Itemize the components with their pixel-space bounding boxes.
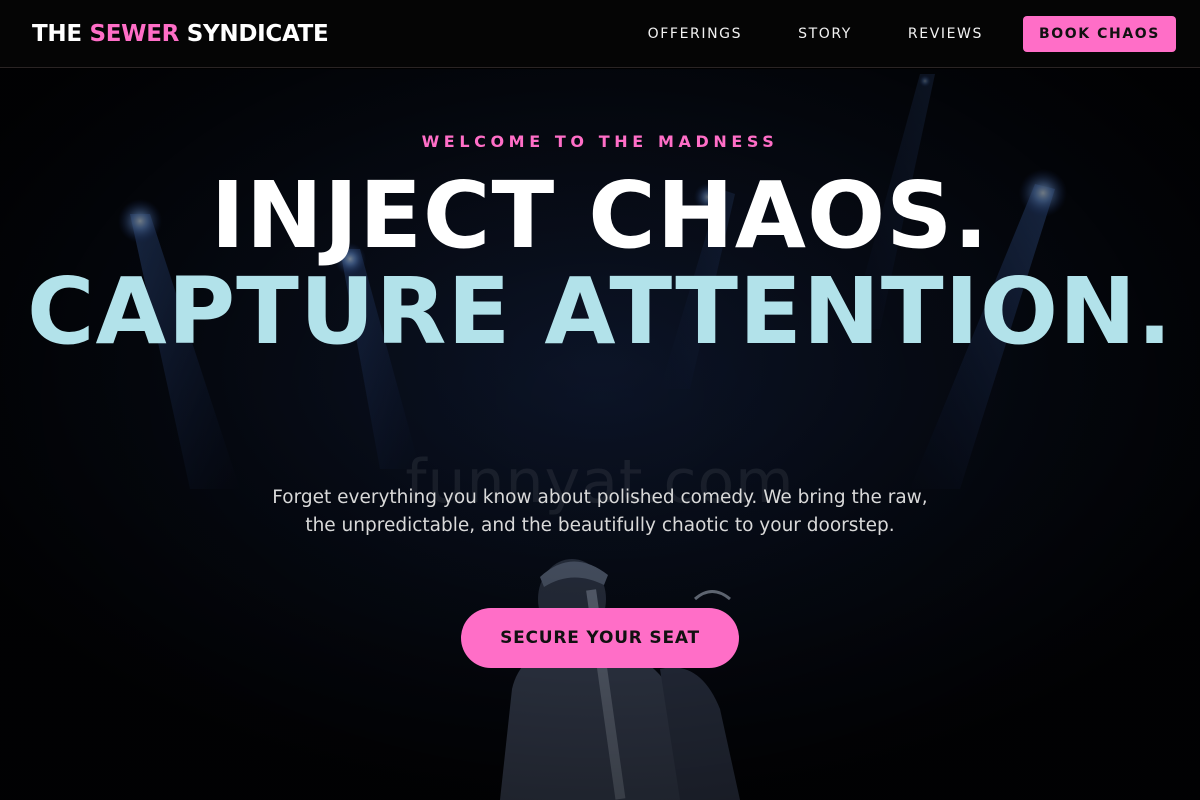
brand-text-accent: SEWER: [89, 20, 180, 47]
hero-eyebrow: WELCOME TO THE MADNESS: [421, 132, 779, 151]
nav-links: OFFERINGS STORY REVIEWS BOOK CHAOS: [648, 15, 1176, 52]
navbar: THE SEWER SYNDICATE OFFERINGS STORY REVI…: [0, 0, 1200, 68]
hero-headline: INJECT CHAOS. CAPTURE ATTENTION.: [0, 168, 1200, 360]
book-chaos-button[interactable]: BOOK CHAOS: [1022, 15, 1176, 52]
headline-line-2: CAPTURE ATTENTION.: [27, 258, 1173, 365]
brand-text-post: SYNDICATE: [179, 20, 329, 47]
secure-your-seat-button[interactable]: SECURE YOUR SEAT: [461, 608, 739, 668]
headline-line-1: INJECT CHAOS.: [210, 162, 990, 269]
brand-text-pre: THE: [32, 20, 90, 47]
hero-subtext: Forget everything you know about polishe…: [272, 487, 928, 536]
brand-logo[interactable]: THE SEWER SYNDICATE: [32, 20, 329, 47]
nav-link-offerings[interactable]: OFFERINGS: [648, 26, 742, 42]
nav-link-story[interactable]: STORY: [798, 26, 852, 42]
nav-link-reviews[interactable]: REVIEWS: [908, 26, 983, 42]
